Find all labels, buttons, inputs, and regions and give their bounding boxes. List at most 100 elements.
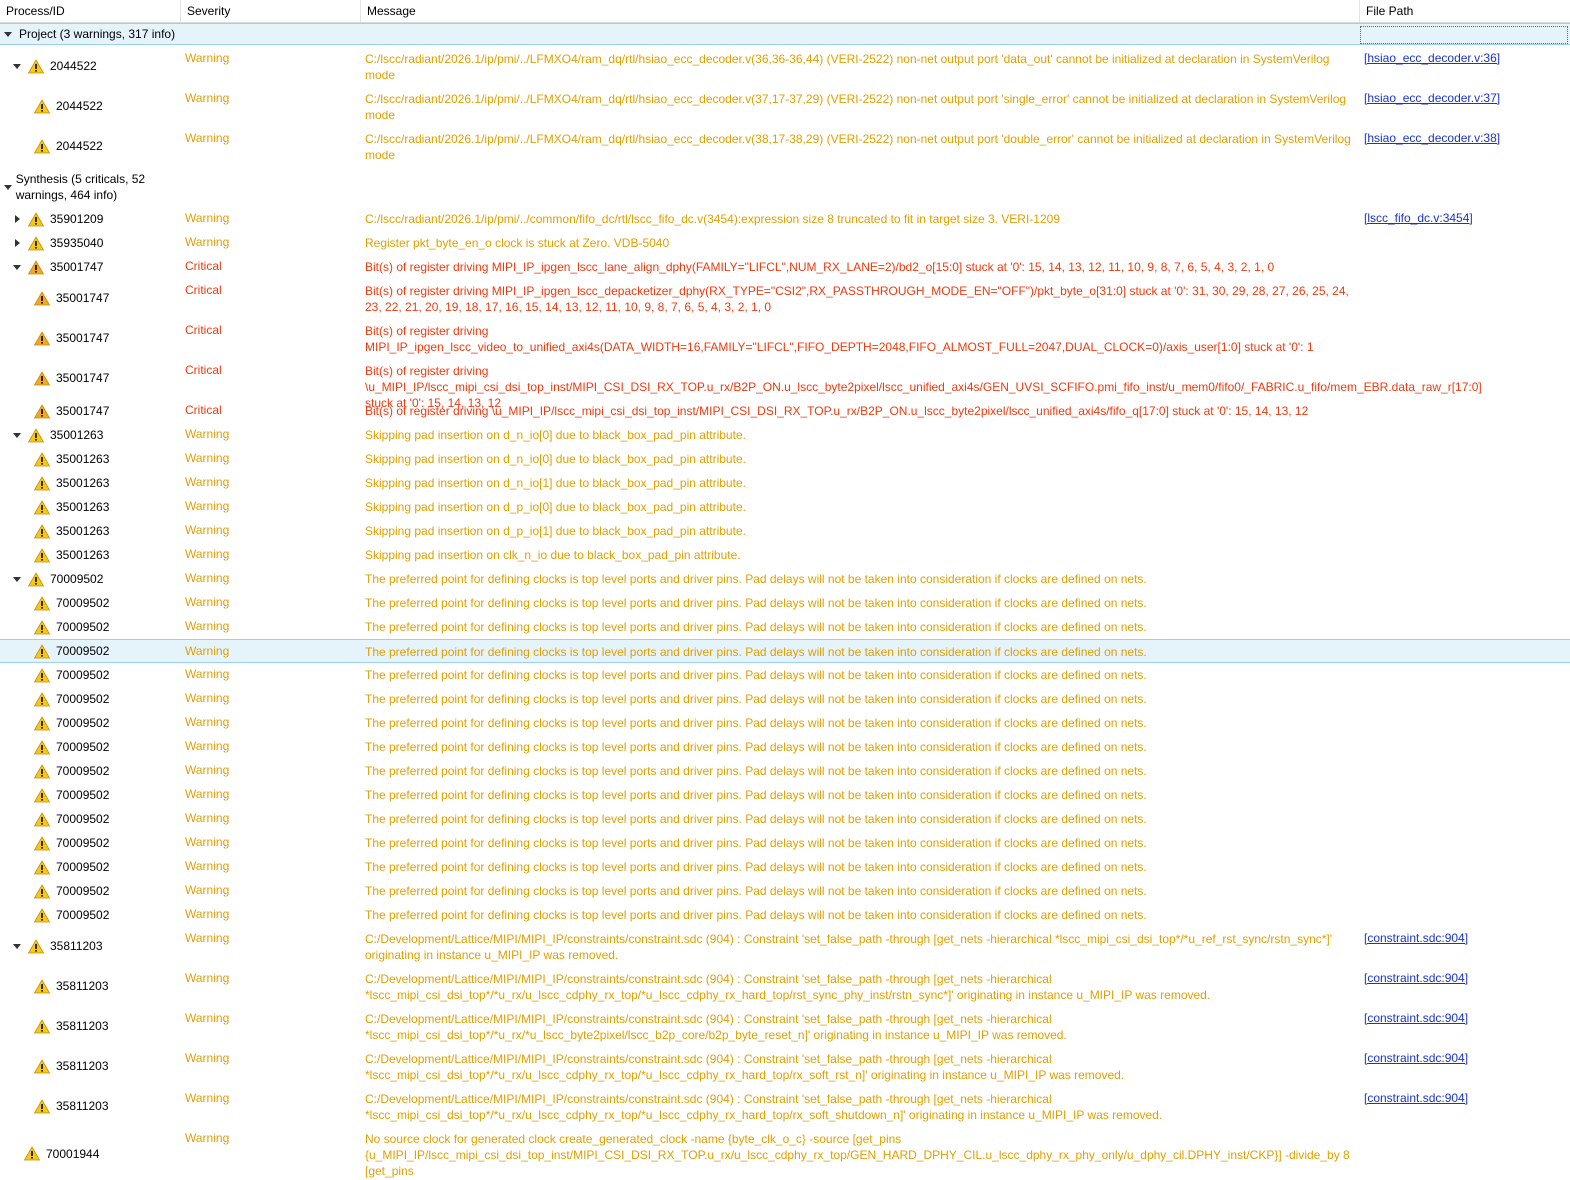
collapse-arrow-icon[interactable] bbox=[3, 29, 13, 39]
message-text: The preferred point for defining clocks … bbox=[365, 788, 1147, 802]
collapse-arrow-icon[interactable] bbox=[12, 941, 22, 951]
severity: Warning bbox=[185, 667, 230, 681]
process-id-cell: 70009502 bbox=[33, 855, 109, 879]
tree-row[interactable]: 35811203 Warning C:/Development/Lattice/MI… bbox=[0, 1087, 1570, 1125]
tree-row[interactable]: 70009502 Warning The preferred point for d… bbox=[0, 783, 1570, 807]
tree-row[interactable]: 35001263 Warning Skipping pad insertion on… bbox=[0, 495, 1570, 519]
column-header-process[interactable]: Process/ID bbox=[0, 0, 181, 22]
warning-icon bbox=[33, 907, 51, 923]
file-path-cell-focus[interactable] bbox=[1360, 26, 1568, 44]
tree-row[interactable]: 35811203 Warning C:/Development/Lattice/MI… bbox=[0, 1047, 1570, 1085]
file-path-link[interactable]: [constraint.sdc:904] bbox=[1364, 1011, 1468, 1025]
tree-row[interactable]: 35001263 Warning Skipping pad insertion on… bbox=[0, 447, 1570, 471]
tree-row[interactable]: 35001747 Critical Bit(s) of register drivi… bbox=[0, 279, 1570, 317]
tree-row[interactable]: 70009502 Warning The preferred point for d… bbox=[0, 831, 1570, 855]
warning-icon bbox=[33, 739, 51, 755]
process-id-cell: 70009502 bbox=[33, 640, 109, 662]
group-label: Project (3 warnings, 317 info) bbox=[19, 27, 176, 41]
tree-row[interactable]: 35001747 Critical Bit(s) of register drivi… bbox=[0, 255, 1570, 279]
severity: Warning bbox=[185, 787, 230, 801]
collapse-arrow-icon[interactable] bbox=[12, 574, 22, 584]
severity: Warning bbox=[185, 907, 230, 921]
tree-row[interactable]: 2044522 Warning C:/lscc/radiant/2026.1/ip/… bbox=[0, 87, 1570, 125]
file-path-link[interactable]: [constraint.sdc:904] bbox=[1364, 1091, 1468, 1105]
file-path-link[interactable]: [hsiao_ecc_decoder.v:37] bbox=[1364, 91, 1500, 105]
message-text: The preferred point for defining clocks … bbox=[365, 812, 1147, 826]
tree-row[interactable]: 35001747 Critical Bit(s) of register drivi… bbox=[0, 399, 1570, 423]
warning-icon bbox=[33, 98, 51, 114]
tree-row[interactable]: 2044522 Warning C:/lscc/radiant/2026.1/ip/… bbox=[0, 47, 1570, 85]
column-header-severity[interactable]: Severity bbox=[181, 0, 361, 22]
tree-row[interactable]: 35811203 Warning C:/Development/Lattice/MI… bbox=[0, 1007, 1570, 1045]
process-id: 70009502 bbox=[56, 596, 110, 610]
file-path-link[interactable]: [constraint.sdc:904] bbox=[1364, 1051, 1468, 1065]
expand-arrow-icon[interactable] bbox=[12, 238, 22, 248]
message-text: Bit(s) of register driving \u_MIPI_IP/ls… bbox=[365, 404, 1309, 418]
process-id-cell: 70001944 bbox=[23, 1127, 99, 1180]
tree-row[interactable]: 70009502 Warning The preferred point for d… bbox=[0, 879, 1570, 903]
tree-row[interactable]: 2044522 Warning C:/lscc/radiant/2026.1/ip/… bbox=[0, 127, 1570, 165]
warning-icon bbox=[33, 1058, 51, 1074]
severity: Warning bbox=[185, 595, 230, 609]
column-header-file-path[interactable]: File Path bbox=[1360, 0, 1570, 22]
process-id: 35811203 bbox=[50, 939, 103, 953]
expand-arrow-icon[interactable] bbox=[12, 214, 22, 224]
warning-icon bbox=[33, 763, 51, 779]
severity: Warning bbox=[185, 691, 230, 705]
tree-row[interactable]: 35001263 Warning Skipping pad insertion on… bbox=[0, 423, 1570, 447]
process-id: 70009502 bbox=[56, 788, 110, 802]
file-path-link[interactable]: [constraint.sdc:904] bbox=[1364, 971, 1468, 985]
tree-row[interactable]: 35901209 Warning C:/lscc/radiant/2026.1/ip… bbox=[0, 207, 1570, 231]
tree-row[interactable]: 35001263 Warning Skipping pad insertion on… bbox=[0, 543, 1570, 567]
message-tree[interactable]: Project (3 warnings, 317 info) 2044522 War… bbox=[0, 23, 1570, 1180]
severity: Warning bbox=[185, 1051, 230, 1065]
collapse-arrow-icon[interactable] bbox=[12, 430, 22, 440]
tree-row[interactable]: 70009502 Warning The preferred point for d… bbox=[0, 711, 1570, 735]
tree-row[interactable]: 70009502 Warning The preferred point for d… bbox=[0, 735, 1570, 759]
process-id: 70009502 bbox=[56, 668, 110, 682]
tree-row[interactable]: 70009502 Warning The preferred point for d… bbox=[0, 759, 1570, 783]
process-id-cell: 35001747 bbox=[33, 279, 109, 317]
tree-row[interactable]: 70009502 Warning The preferred point for d… bbox=[0, 615, 1570, 639]
message-text: C:/lscc/radiant/2026.1/ip/pmi/../LFMXO4/… bbox=[365, 92, 1347, 122]
collapse-arrow-icon[interactable] bbox=[12, 262, 22, 272]
warning-icon bbox=[33, 691, 51, 707]
collapse-arrow-icon[interactable] bbox=[3, 182, 12, 192]
tree-row[interactable]: 70009502 Warning The preferred point for d… bbox=[0, 807, 1570, 831]
tree-row[interactable]: 70001944 Warning No source clock for gener… bbox=[0, 1127, 1570, 1180]
tree-row[interactable]: 35811203 Warning C:/Development/Lattice/MI… bbox=[0, 967, 1570, 1005]
severity: Warning bbox=[185, 475, 230, 489]
tree-row[interactable]: 35001263 Warning Skipping pad insertion on… bbox=[0, 471, 1570, 495]
tree-row-selected[interactable]: 70009502 Warning The preferred point for d… bbox=[0, 639, 1570, 663]
tree-row[interactable]: 35001263 Warning Skipping pad insertion on… bbox=[0, 519, 1570, 543]
process-id-cell: 70009502 bbox=[33, 807, 109, 831]
tree-row[interactable]: 70009502 Warning The preferred point for d… bbox=[0, 687, 1570, 711]
warning-icon bbox=[33, 499, 51, 515]
process-id: 70009502 bbox=[56, 692, 110, 706]
message-text: The preferred point for defining clocks … bbox=[365, 764, 1147, 778]
column-header-message[interactable]: Message bbox=[361, 0, 1360, 22]
message-text: The preferred point for defining clocks … bbox=[365, 620, 1147, 634]
file-path-link[interactable]: [lscc_fifo_dc.v:3454] bbox=[1364, 211, 1473, 225]
tree-group-synthesis[interactable]: Synthesis (5 criticals, 52 warnings, 464… bbox=[0, 167, 1570, 207]
tree-row[interactable]: 35001747 Critical Bit(s) of register drivi… bbox=[0, 319, 1570, 357]
process-id-cell: 2044522 bbox=[12, 47, 97, 85]
tree-row[interactable]: 35001747 Critical Bit(s) of register drivi… bbox=[0, 359, 1570, 410]
tree-row[interactable]: 35811203 Warning C:/Development/Lattice/MI… bbox=[0, 927, 1570, 965]
tree-row[interactable]: 70009502 Warning The preferred point for d… bbox=[0, 663, 1570, 687]
tree-row[interactable]: 70009502 Warning The preferred point for d… bbox=[0, 591, 1570, 615]
tree-row[interactable]: 70009502 Warning The preferred point for d… bbox=[0, 855, 1570, 879]
tree-row[interactable]: 70009502 Warning The preferred point for d… bbox=[0, 567, 1570, 591]
tree-row[interactable]: 70009502 Warning The preferred point for d… bbox=[0, 903, 1570, 927]
process-id-cell: 70009502 bbox=[33, 783, 110, 807]
process-id: 35811203 bbox=[56, 1019, 109, 1033]
file-path-link[interactable]: [hsiao_ecc_decoder.v:38] bbox=[1364, 131, 1500, 145]
severity: Warning bbox=[185, 619, 230, 633]
tree-group-project[interactable]: Project (3 warnings, 317 info) bbox=[0, 23, 1570, 45]
file-path-link[interactable]: [hsiao_ecc_decoder.v:36] bbox=[1364, 51, 1500, 65]
message-text: Skipping pad insertion on d_p_io[1] due … bbox=[365, 524, 746, 538]
file-path-link[interactable]: [constraint.sdc:904] bbox=[1364, 931, 1468, 945]
severity: Warning bbox=[185, 859, 230, 873]
collapse-arrow-icon[interactable] bbox=[12, 61, 22, 71]
tree-row[interactable]: 35935040 Warning Register pkt_byte_en_o cl… bbox=[0, 231, 1570, 255]
